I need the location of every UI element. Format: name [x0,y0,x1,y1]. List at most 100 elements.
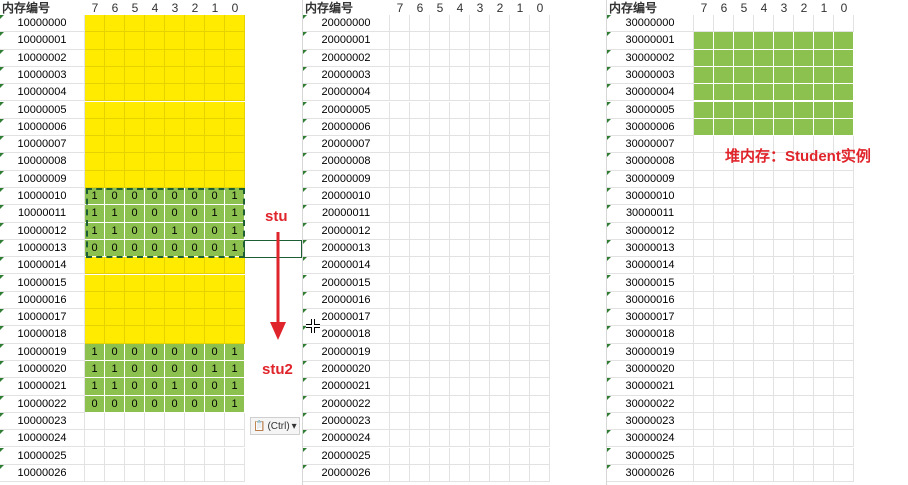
address-cell[interactable]: 10000017 [0,309,85,327]
bit-cell[interactable] [734,32,754,50]
bit-cell[interactable] [410,153,430,171]
bit-cell[interactable] [85,257,105,275]
address-cell[interactable]: 10000002 [0,49,85,67]
bit-cell[interactable]: 0 [165,361,185,379]
bit-cell[interactable] [185,49,205,67]
bit-cell[interactable] [834,101,854,119]
address-cell[interactable]: 20000021 [303,378,390,396]
bit-cell[interactable] [105,257,125,275]
bit-cell[interactable] [145,257,165,275]
bit-cell[interactable] [430,66,450,85]
bit-cell[interactable] [410,239,430,258]
bit-cell[interactable] [165,274,185,292]
bit-cell[interactable] [165,309,185,327]
bit-cell[interactable] [814,101,834,119]
bit-cell[interactable] [530,205,550,223]
bit-cell[interactable] [774,49,794,67]
bit-cell[interactable]: 1 [85,188,105,206]
bit-cell[interactable] [410,136,430,154]
bit-cell[interactable] [430,430,450,448]
bit-cell[interactable] [470,66,490,85]
bit-cell[interactable] [470,205,490,223]
bit-cell[interactable] [814,257,834,275]
bit-cell[interactable] [834,205,854,223]
bit-cell[interactable] [450,464,470,483]
bit-cell[interactable] [125,15,145,33]
bit-cell[interactable] [410,395,430,413]
bit-cell[interactable] [225,326,245,344]
bit-cell[interactable] [814,205,834,223]
bit-cell[interactable] [694,15,714,33]
bit-cell[interactable] [145,447,165,465]
bit-cell[interactable] [774,412,794,431]
bit-cell[interactable] [694,464,714,483]
bit-cell[interactable] [814,239,834,258]
bit-cell[interactable] [390,205,410,223]
bit-cell[interactable] [225,464,245,483]
bit-cell[interactable] [490,49,510,67]
bit-cell[interactable] [694,205,714,223]
bit-cell[interactable]: 0 [125,188,145,206]
bit-cell[interactable]: 0 [145,205,165,223]
bit-cell[interactable] [490,291,510,310]
bit-cell[interactable] [814,395,834,413]
bit-cell[interactable] [165,412,185,431]
bit-cell[interactable] [530,274,550,292]
bit-cell[interactable] [410,118,430,137]
bit-cell[interactable] [714,188,734,206]
bit-cell[interactable] [165,291,185,310]
bit-cell[interactable]: 0 [105,239,125,258]
bit-cell[interactable] [490,239,510,258]
bit-cell[interactable] [714,430,734,448]
bit-cell[interactable] [410,222,430,240]
bit-cell[interactable] [390,447,410,465]
bit-cell[interactable]: 0 [105,343,125,361]
address-cell[interactable]: 10000001 [0,32,85,50]
bit-cell[interactable] [225,412,245,431]
bit-cell[interactable] [774,464,794,483]
bit-cell[interactable] [834,361,854,379]
address-cell[interactable]: 10000007 [0,136,85,154]
bit-cell[interactable] [450,49,470,67]
address-cell[interactable]: 30000000 [607,15,694,33]
bit-cell[interactable] [774,378,794,396]
bit-cell[interactable]: 0 [145,361,165,379]
bit-cell[interactable] [834,84,854,102]
bit-cell[interactable] [105,291,125,310]
bit-cell[interactable] [510,343,530,361]
bit-cell[interactable]: 0 [145,188,165,206]
bit-cell[interactable] [510,291,530,310]
bit-cell[interactable] [165,447,185,465]
address-cell[interactable]: 10000021 [0,378,85,396]
bit-cell[interactable] [794,205,814,223]
bit-cell[interactable] [834,309,854,327]
bit-cell[interactable] [205,291,225,310]
bit-cell[interactable] [450,395,470,413]
bit-cell[interactable] [774,309,794,327]
bit-cell[interactable] [430,361,450,379]
bit-cell[interactable] [410,257,430,275]
address-cell[interactable]: 20000000 [303,15,390,33]
address-cell[interactable]: 30000007 [607,136,694,154]
bit-cell[interactable] [125,464,145,483]
bit-cell[interactable] [105,84,125,102]
bit-cell[interactable] [834,15,854,33]
bit-cell[interactable] [390,430,410,448]
bit-cell[interactable] [530,170,550,188]
bit-cell[interactable] [105,66,125,85]
bit-cell[interactable] [694,447,714,465]
bit-cell[interactable] [225,447,245,465]
bit-cell[interactable] [714,326,734,344]
bit-cell[interactable] [510,32,530,50]
bit-cell[interactable] [490,136,510,154]
address-cell[interactable]: 10000023 [0,412,85,431]
bit-cell[interactable] [530,222,550,240]
bit-cell[interactable] [185,118,205,137]
bit-cell[interactable] [774,32,794,50]
bit-cell[interactable] [714,447,734,465]
bit-cell[interactable] [85,326,105,344]
bit-cell[interactable] [125,447,145,465]
bit-cell[interactable] [125,118,145,137]
bit-cell[interactable] [490,447,510,465]
bit-cell[interactable]: 1 [205,361,225,379]
